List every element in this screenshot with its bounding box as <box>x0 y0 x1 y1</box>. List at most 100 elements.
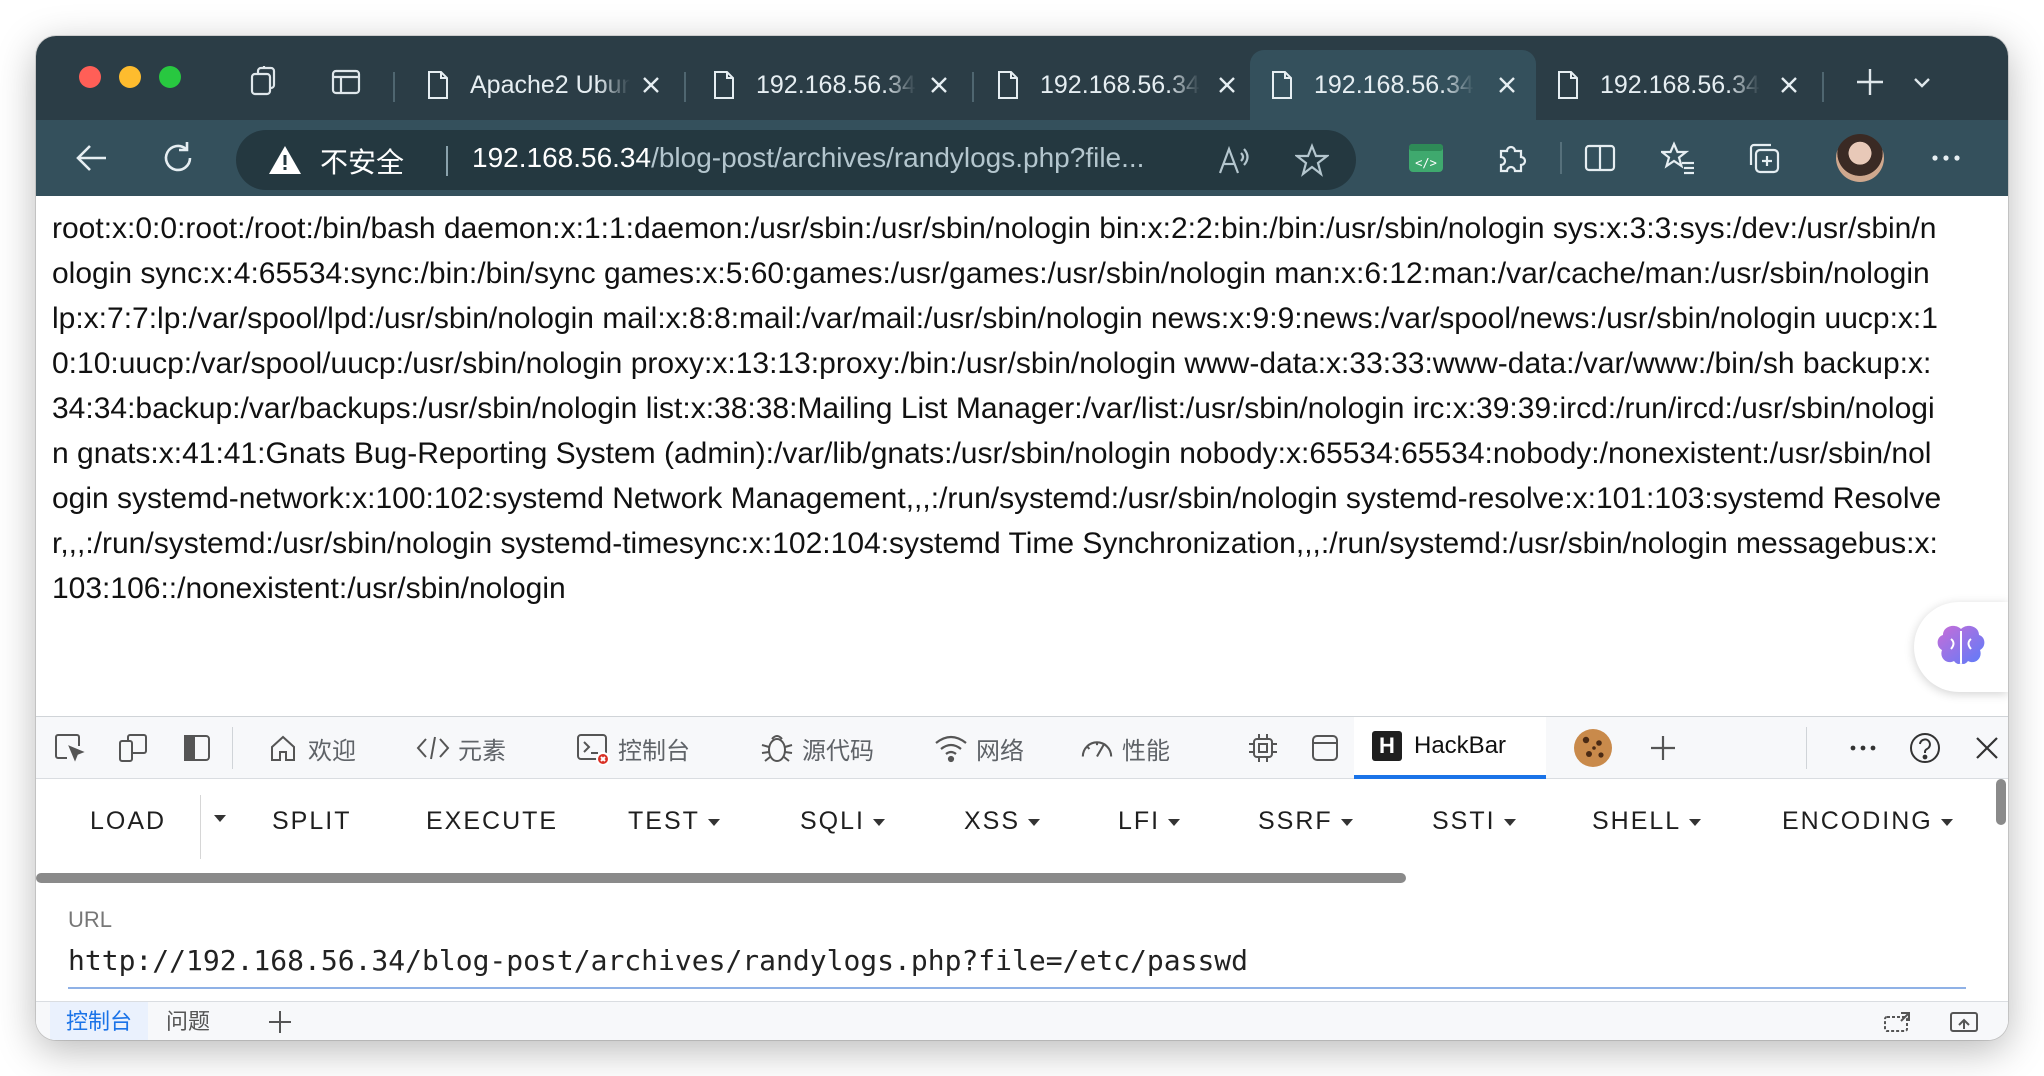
menu-label: ENCODING <box>1782 807 1933 835</box>
close-tab-icon[interactable] <box>638 72 664 98</box>
tab-ip-active[interactable]: 192.168.56.34 <box>1250 50 1536 120</box>
tab-label: 控制台 <box>618 737 690 765</box>
favorites-icon[interactable] <box>1654 134 1702 182</box>
hackbar-logo-icon: H <box>1372 731 1402 761</box>
url-field[interactable]: http://192.168.56.34/blog-post/archives/… <box>68 933 1966 989</box>
devtools-drawer: 控制台 问题 <box>36 1001 2008 1040</box>
drawer-tab-console[interactable]: 控制台 <box>50 1002 149 1040</box>
devtools-tab-performance[interactable]: 性能 <box>1080 717 1170 779</box>
address-bar[interactable]: 不安全 192.168.56.34/blog-post/archives/ran… <box>236 130 1356 190</box>
menu-label: SQLI <box>800 807 865 835</box>
page-icon <box>1272 71 1292 99</box>
hackbar-extension-icon[interactable]: </> <box>1402 134 1450 182</box>
favorite-star-icon[interactable] <box>1294 142 1330 178</box>
back-arrow-icon[interactable] <box>68 134 116 182</box>
devtools-tab-console[interactable]: 控制台 <box>576 717 690 779</box>
lfi-menu[interactable]: LFI <box>1118 807 1181 836</box>
minimize-window-button[interactable] <box>119 66 141 88</box>
collections-icon[interactable] <box>1740 134 1788 182</box>
cookie-icon[interactable] <box>1572 727 1614 769</box>
chevron-down-icon <box>1940 818 1953 826</box>
drawer-tab-issues[interactable]: 问题 <box>150 1002 226 1040</box>
help-icon[interactable] <box>1908 731 1942 765</box>
more-options-icon[interactable] <box>1922 134 1970 182</box>
devtools-tab-welcome[interactable]: 欢迎 <box>266 717 356 779</box>
shell-menu[interactable]: SHELL <box>1592 807 1702 836</box>
extensions-puzzle-icon[interactable] <box>1488 134 1536 182</box>
menu-label: SSTI <box>1432 807 1496 835</box>
tab-label: 网络 <box>976 737 1024 765</box>
console-icon <box>576 731 610 765</box>
url-text[interactable]: 192.168.56.34/blog-post/archives/randylo… <box>472 142 1144 174</box>
devtools-tab-sources[interactable]: 源代码 <box>760 717 874 779</box>
execute-button[interactable]: EXECUTE <box>426 807 558 836</box>
new-tab-icon[interactable] <box>1852 64 1888 100</box>
add-panel-icon[interactable] <box>1646 731 1680 765</box>
add-drawer-tab-icon[interactable] <box>264 1006 296 1038</box>
reload-icon[interactable] <box>154 134 202 182</box>
horizontal-scrollbar[interactable] <box>36 873 1406 883</box>
ssti-menu[interactable]: SSTI <box>1432 807 1516 836</box>
home-icon <box>266 731 300 765</box>
memory-chip-icon[interactable] <box>1246 731 1280 765</box>
workspaces-icon[interactable] <box>248 64 284 100</box>
tab-title: Apache2 Ubuntu Default Page: It works <box>470 70 630 99</box>
close-tab-icon[interactable] <box>1776 72 1802 98</box>
page-icon <box>714 71 734 99</box>
sqli-menu[interactable]: SQLI <box>800 807 885 836</box>
close-window-button[interactable] <box>79 66 101 88</box>
warning-icon[interactable] <box>268 144 302 176</box>
profile-avatar[interactable] <box>1836 134 1884 182</box>
device-emulation-icon[interactable] <box>116 731 150 765</box>
hackbar-menu: LOAD SPLIT EXECUTE TEST SQLI XSS LFI SSR… <box>36 779 2008 859</box>
xss-menu[interactable]: XSS <box>964 807 1041 836</box>
chevron-down-icon <box>1028 818 1041 826</box>
menu-label: TEST <box>628 807 700 835</box>
encoding-menu[interactable]: ENCODING <box>1782 807 1953 836</box>
undock-drawer-icon[interactable] <box>1948 1006 1980 1038</box>
chevron-down-icon <box>1503 818 1516 826</box>
tab-bar: Apache2 Ubuntu Default Page: It works 19… <box>36 36 2008 120</box>
tab-ip-2[interactable]: 192.168.56.34 <box>976 50 1256 120</box>
load-dropdown-chevron-down-icon[interactable] <box>206 803 226 832</box>
close-devtools-icon[interactable] <box>1970 731 2004 765</box>
close-tab-icon[interactable] <box>1494 72 1520 98</box>
chevron-down-icon <box>872 818 885 826</box>
chevron-down-icon <box>1689 818 1702 826</box>
close-tab-icon[interactable] <box>926 72 952 98</box>
page-icon <box>428 71 448 99</box>
tab-apache[interactable]: Apache2 Ubuntu Default Page: It works <box>406 50 680 120</box>
close-tab-icon[interactable] <box>1214 72 1240 98</box>
application-window-icon[interactable] <box>1308 731 1342 765</box>
read-aloud-icon[interactable] <box>1216 142 1252 178</box>
gauge-icon <box>1080 731 1114 765</box>
vertical-tabs-icon[interactable] <box>328 64 364 100</box>
split-screen-icon[interactable] <box>1576 134 1624 182</box>
dock-drawer-icon[interactable] <box>1882 1006 1914 1038</box>
devtools-tab-network[interactable]: 网络 <box>934 717 1024 779</box>
ssrf-menu[interactable]: SSRF <box>1258 807 1353 836</box>
devtools-tab-hackbar[interactable]: H HackBar <box>1354 717 1546 779</box>
security-status-label[interactable]: 不安全 <box>320 141 404 181</box>
url-host: 192.168.56.34 <box>472 142 652 173</box>
bug-icon <box>760 731 794 765</box>
url-field-label: URL <box>68 907 113 932</box>
maximize-window-button[interactable] <box>159 66 181 88</box>
tab-list-chevron-down-icon[interactable] <box>1904 64 1940 100</box>
chevron-down-icon <box>707 818 720 826</box>
wifi-icon <box>934 731 968 765</box>
tab-ip-4[interactable]: 192.168.56.34 <box>1536 50 1818 120</box>
menu-label: SHELL <box>1592 807 1682 835</box>
tab-ip-1[interactable]: 192.168.56.34 <box>692 50 968 120</box>
inspect-element-icon[interactable] <box>52 731 86 765</box>
toggle-sidebar-icon[interactable] <box>180 731 214 765</box>
devtools-tab-elements[interactable]: 元素 <box>416 717 506 779</box>
menu-label: XSS <box>964 807 1021 835</box>
more-tools-icon[interactable] <box>1846 731 1880 765</box>
test-menu[interactable]: TEST <box>628 807 720 836</box>
copilot-brain-icon[interactable] <box>1914 602 2008 692</box>
page-icon <box>998 71 1018 99</box>
load-button[interactable]: LOAD <box>90 807 166 836</box>
tab-title: 192.168.56.34 <box>1040 70 1200 99</box>
split-button[interactable]: SPLIT <box>272 807 351 836</box>
